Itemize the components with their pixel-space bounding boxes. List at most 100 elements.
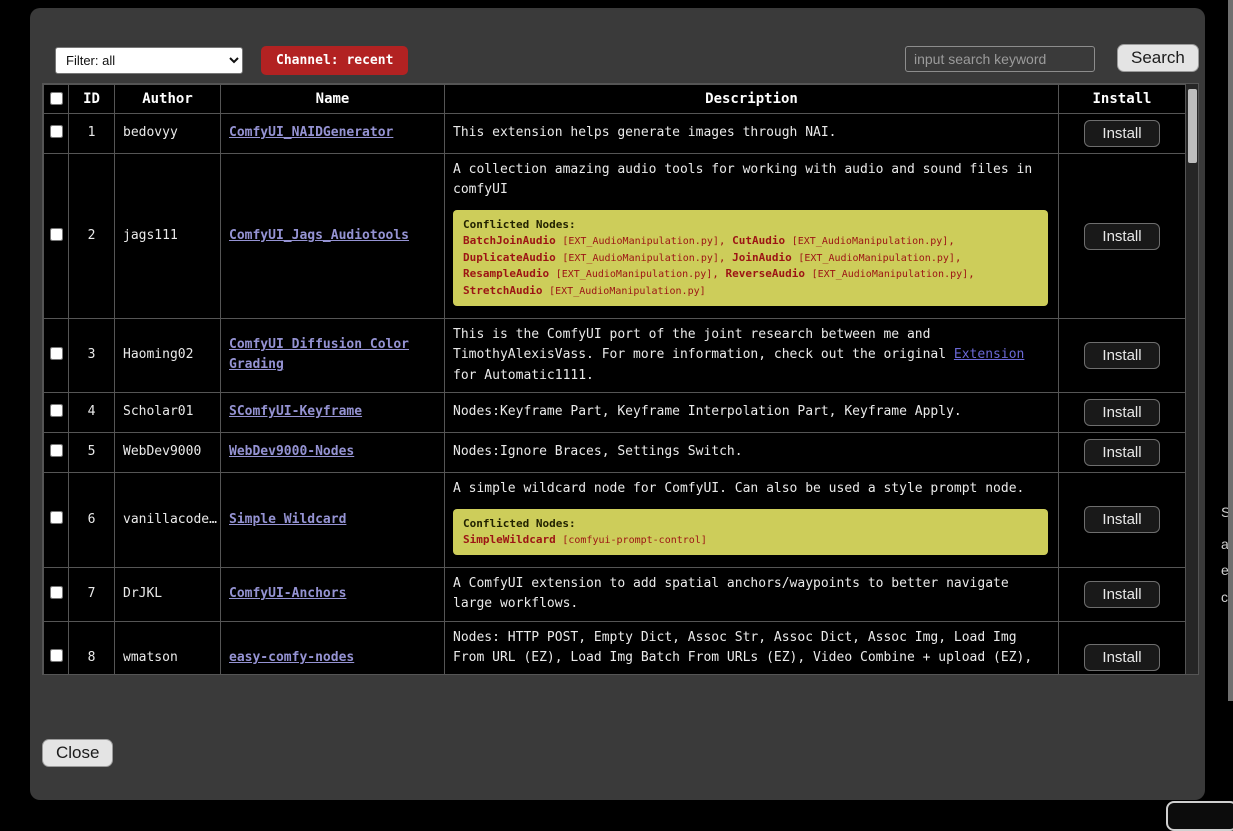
header-desc: Description [445, 85, 1059, 114]
cell-install: Install [1059, 154, 1186, 319]
extension-name-link[interactable]: easy-comfy-nodes [229, 650, 354, 665]
cell-author: DrJKL [115, 568, 221, 621]
table-row: 6vanillacode… Simple Wildcard A simple wil… [44, 472, 1186, 568]
cell-author: jags111 [115, 154, 221, 319]
install-button[interactable]: Install [1084, 120, 1159, 147]
cell-install: Install [1059, 568, 1186, 621]
install-button[interactable]: Install [1084, 506, 1159, 533]
conflicted-nodes-box: Conflicted Nodes:BatchJoinAudio [EXT_Aud… [453, 210, 1048, 306]
table-head: IDAuthorNameDescriptionInstall [44, 85, 1186, 114]
close-button[interactable]: Close [42, 739, 113, 767]
cell-description: A ComfyUI extension to add spatial ancho… [445, 568, 1059, 621]
custom-nodes-table: IDAuthorNameDescriptionInstall 1bedovyy C… [43, 84, 1186, 675]
cell-checkbox [44, 621, 69, 675]
row-checkbox[interactable] [50, 649, 63, 662]
table-row: 3Haoming02ComfyUI Diffusion Color Gradin… [44, 319, 1186, 392]
cell-description: Nodes:Ignore Braces, Settings Switch. [445, 432, 1059, 472]
cell-id: 5 [69, 432, 115, 472]
row-checkbox[interactable] [50, 404, 63, 417]
cell-install: Install [1059, 114, 1186, 154]
cell-name: ComfyUI_Jags_Audiotools [221, 154, 445, 319]
search-button[interactable]: Search [1117, 44, 1199, 72]
extension-name-link[interactable]: ComfyUI_NAIDGenerator [229, 125, 393, 140]
cell-checkbox [44, 568, 69, 621]
cell-description: This is the ComfyUI port of the joint re… [445, 319, 1059, 392]
table-row: 2jags111 ComfyUI_Jags_Audiotools A collect… [44, 154, 1186, 319]
cell-author: Haoming02 [115, 319, 221, 392]
cell-install: Install [1059, 432, 1186, 472]
install-button[interactable]: Install [1084, 223, 1159, 250]
table-body: 1bedovyy ComfyUI_NAIDGenerator This extens… [44, 114, 1186, 676]
cell-description: A simple wildcard node for ComfyUI. Can … [445, 472, 1059, 568]
table-row: 8wmatson easy-comfy-nodes Nodes: HTTP POST… [44, 621, 1186, 675]
edge-text-fragment: c [1221, 589, 1228, 605]
install-button[interactable]: Install [1084, 342, 1159, 369]
cell-id: 6 [69, 472, 115, 568]
header-name: Name [221, 85, 445, 114]
cell-description: A collection amazing audio tools for wor… [445, 154, 1059, 319]
row-checkbox[interactable] [50, 586, 63, 599]
extension-name-link[interactable]: WebDev9000-Nodes [229, 444, 354, 459]
cell-name: WebDev9000-Nodes [221, 432, 445, 472]
cell-name: SComfyUI-Keyframe [221, 392, 445, 432]
install-button[interactable]: Install [1084, 439, 1159, 466]
extension-name-link[interactable]: ComfyUI Diffusion Color Grading [229, 337, 409, 372]
cell-description: Nodes: HTTP POST, Empty Dict, Assoc Str,… [445, 621, 1059, 675]
cell-description: Nodes:Keyframe Part, Keyframe Interpolat… [445, 392, 1059, 432]
extension-name-link[interactable]: SComfyUI-Keyframe [229, 404, 362, 419]
partial-corner-button[interactable] [1166, 801, 1233, 831]
description-link[interactable]: Extension [954, 347, 1024, 362]
cell-name: ComfyUI Diffusion Color Grading [221, 319, 445, 392]
extension-name-link[interactable]: ComfyUI-Anchors [229, 586, 346, 601]
table-viewport: IDAuthorNameDescriptionInstall 1bedovyy C… [42, 83, 1186, 675]
install-button[interactable]: Install [1084, 581, 1159, 608]
cell-description: This extension helps generate images thr… [445, 114, 1059, 154]
table-row: 5WebDev9000 WebDev9000-Nodes Nodes:Ignore … [44, 432, 1186, 472]
row-checkbox[interactable] [50, 347, 63, 360]
cell-install: Install [1059, 472, 1186, 568]
conflicted-nodes-title: Conflicted Nodes: [463, 217, 1038, 233]
cell-author: wmatson [115, 621, 221, 675]
cell-id: 4 [69, 392, 115, 432]
filter-select[interactable]: Filter: all [55, 47, 243, 74]
cell-install: Install [1059, 392, 1186, 432]
extension-name-link[interactable]: Simple Wildcard [229, 512, 346, 527]
cell-author: bedovyy [115, 114, 221, 154]
cell-author: vanillacode… [115, 472, 221, 568]
row-checkbox[interactable] [50, 511, 63, 524]
conflicted-nodes-title: Conflicted Nodes: [463, 516, 1038, 532]
row-checkbox[interactable] [50, 125, 63, 138]
conflicted-nodes-box: Conflicted Nodes:SimpleWildcard [comfyui… [453, 509, 1048, 555]
header-author: Author [115, 85, 221, 114]
cell-id: 7 [69, 568, 115, 621]
table-scrollbar[interactable] [1186, 83, 1199, 675]
cell-checkbox [44, 319, 69, 392]
channel-badge: Channel: recent [261, 46, 408, 75]
cell-name: easy-comfy-nodes [221, 621, 445, 675]
install-button[interactable]: Install [1084, 644, 1159, 671]
table-row: 4Scholar01 SComfyUI-Keyframe Nodes:Keyfram… [44, 392, 1186, 432]
cell-name: ComfyUI_NAIDGenerator [221, 114, 445, 154]
install-custom-nodes-dialog: Filter: all Channel: recent Search IDAut… [30, 8, 1205, 800]
select-all-checkbox[interactable] [50, 92, 63, 105]
cell-checkbox [44, 432, 69, 472]
table-row: 7DrJKL ComfyUI-Anchors A ComfyUI extension… [44, 568, 1186, 621]
cell-checkbox [44, 472, 69, 568]
cell-id: 1 [69, 114, 115, 154]
cell-author: WebDev9000 [115, 432, 221, 472]
row-checkbox[interactable] [50, 444, 63, 457]
table-zone: IDAuthorNameDescriptionInstall 1bedovyy C… [42, 83, 1199, 675]
table-scrollbar-thumb[interactable] [1188, 89, 1197, 163]
extension-name-link[interactable]: ComfyUI_Jags_Audiotools [229, 228, 409, 243]
cell-author: Scholar01 [115, 392, 221, 432]
cell-id: 8 [69, 621, 115, 675]
page-scrollbar[interactable] [1228, 0, 1233, 701]
cell-install: Install [1059, 319, 1186, 392]
cell-name: ComfyUI-Anchors [221, 568, 445, 621]
row-checkbox[interactable] [50, 228, 63, 241]
cell-checkbox [44, 154, 69, 319]
cell-checkbox [44, 114, 69, 154]
search-input[interactable] [905, 46, 1095, 72]
install-button[interactable]: Install [1084, 399, 1159, 426]
cell-id: 2 [69, 154, 115, 319]
